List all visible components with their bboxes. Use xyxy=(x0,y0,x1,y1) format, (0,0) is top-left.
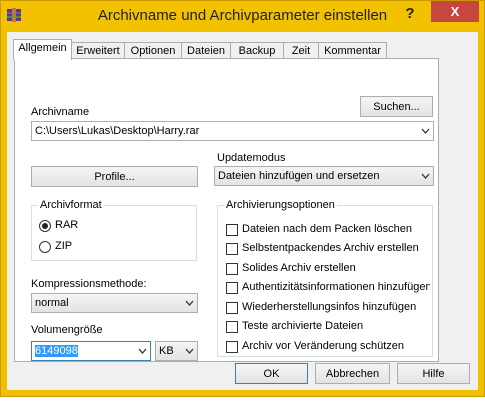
profiles-button[interactable]: Profile... xyxy=(31,166,198,187)
close-button[interactable]: X xyxy=(431,1,479,22)
radio-zip[interactable] xyxy=(39,241,51,253)
checkbox-authenticity[interactable] xyxy=(226,282,238,294)
update-mode-combo[interactable]: Dateien hinzufügen und ersetzen xyxy=(214,166,434,186)
archive-name-label: Archivname xyxy=(31,106,90,118)
volume-unit-value: KB xyxy=(159,345,174,357)
radio-rar-label[interactable]: RAR xyxy=(55,219,78,231)
tab-backup[interactable]: Backup xyxy=(230,42,284,59)
compression-value: normal xyxy=(35,297,69,309)
tab-dateien[interactable]: Dateien xyxy=(181,42,231,59)
checkbox-solid[interactable] xyxy=(226,263,238,275)
dialog-window: Archivname und Archivparameter einstelle… xyxy=(0,0,485,397)
volume-size-combo[interactable]: 6149098 xyxy=(31,341,151,361)
archive-format-title: Archivformat xyxy=(38,199,104,211)
tab-optionen[interactable]: Optionen xyxy=(124,42,182,59)
compression-combo[interactable]: normal xyxy=(31,293,198,313)
checkbox-lock[interactable] xyxy=(226,341,238,353)
archive-name-combo[interactable]: C:\Users\Lukas\Desktop\Harry.rar xyxy=(31,121,434,141)
update-mode-value: Dateien hinzufügen und ersetzen xyxy=(218,170,380,182)
chevron-down-icon xyxy=(185,300,194,306)
option-delete-after-label[interactable]: Dateien nach dem Packen löschen xyxy=(242,223,412,235)
help-title-button[interactable]: ? xyxy=(397,4,423,24)
tab-erweitert[interactable]: Erweitert xyxy=(71,42,125,59)
dialog-client: Allgemein Erweitert Optionen Dateien Bac… xyxy=(7,32,478,390)
archive-name-value: C:\Users\Lukas\Desktop\Harry.rar xyxy=(35,125,200,137)
option-recovery-label[interactable]: Wiederherstellungsinfos hinzufügen xyxy=(242,301,416,313)
tab-zeit[interactable]: Zeit xyxy=(283,42,319,59)
chevron-down-icon xyxy=(421,128,430,134)
radio-zip-label[interactable]: ZIP xyxy=(55,240,72,252)
checkbox-test[interactable] xyxy=(226,321,238,333)
checkbox-sfx[interactable] xyxy=(226,243,238,255)
volume-unit-combo[interactable]: KB xyxy=(155,341,198,361)
archive-format-group: Archivformat RAR ZIP xyxy=(31,199,197,261)
volume-size-label: Volumengröße xyxy=(31,324,103,336)
tab-panel-allgemein: Archivname Suchen... C:\Users\Lukas\Desk… xyxy=(14,58,439,362)
checkbox-recovery[interactable] xyxy=(226,302,238,314)
tab-kommentar[interactable]: Kommentar xyxy=(318,42,387,59)
tab-allgemein[interactable]: Allgemein xyxy=(13,39,72,60)
cancel-button[interactable]: Abbrechen xyxy=(315,363,390,384)
archive-options-title: Archivierungsoptionen xyxy=(224,199,337,211)
ok-button[interactable]: OK xyxy=(235,363,308,384)
option-authenticity-label[interactable]: Authentizitätsinformationen hinzufügen xyxy=(242,281,430,293)
update-mode-label: Updatemodus xyxy=(217,152,286,164)
chevron-down-icon xyxy=(138,348,147,354)
help-button[interactable]: Hilfe xyxy=(397,363,470,384)
chevron-down-icon xyxy=(421,173,430,179)
title-bar[interactable]: Archivname und Archivparameter einstelle… xyxy=(1,1,484,31)
option-lock-label[interactable]: Archiv vor Veränderung schützen xyxy=(242,340,404,352)
volume-size-value: 6149098 xyxy=(35,345,78,357)
browse-button[interactable]: Suchen... xyxy=(360,96,433,117)
option-test-label[interactable]: Teste archivierte Dateien xyxy=(242,320,363,332)
option-solid-label[interactable]: Solides Archiv erstellen xyxy=(242,262,356,274)
radio-selected-dot xyxy=(42,223,48,229)
chevron-down-icon xyxy=(185,348,194,354)
option-sfx-label[interactable]: Selbstentpackendes Archiv erstellen xyxy=(242,242,419,254)
compression-label: Kompressionsmethode: xyxy=(31,278,147,290)
archive-options-group: Archivierungsoptionen Dateien nach dem P… xyxy=(217,199,433,357)
radio-rar[interactable] xyxy=(39,220,51,232)
checkbox-delete-after[interactable] xyxy=(226,224,238,236)
